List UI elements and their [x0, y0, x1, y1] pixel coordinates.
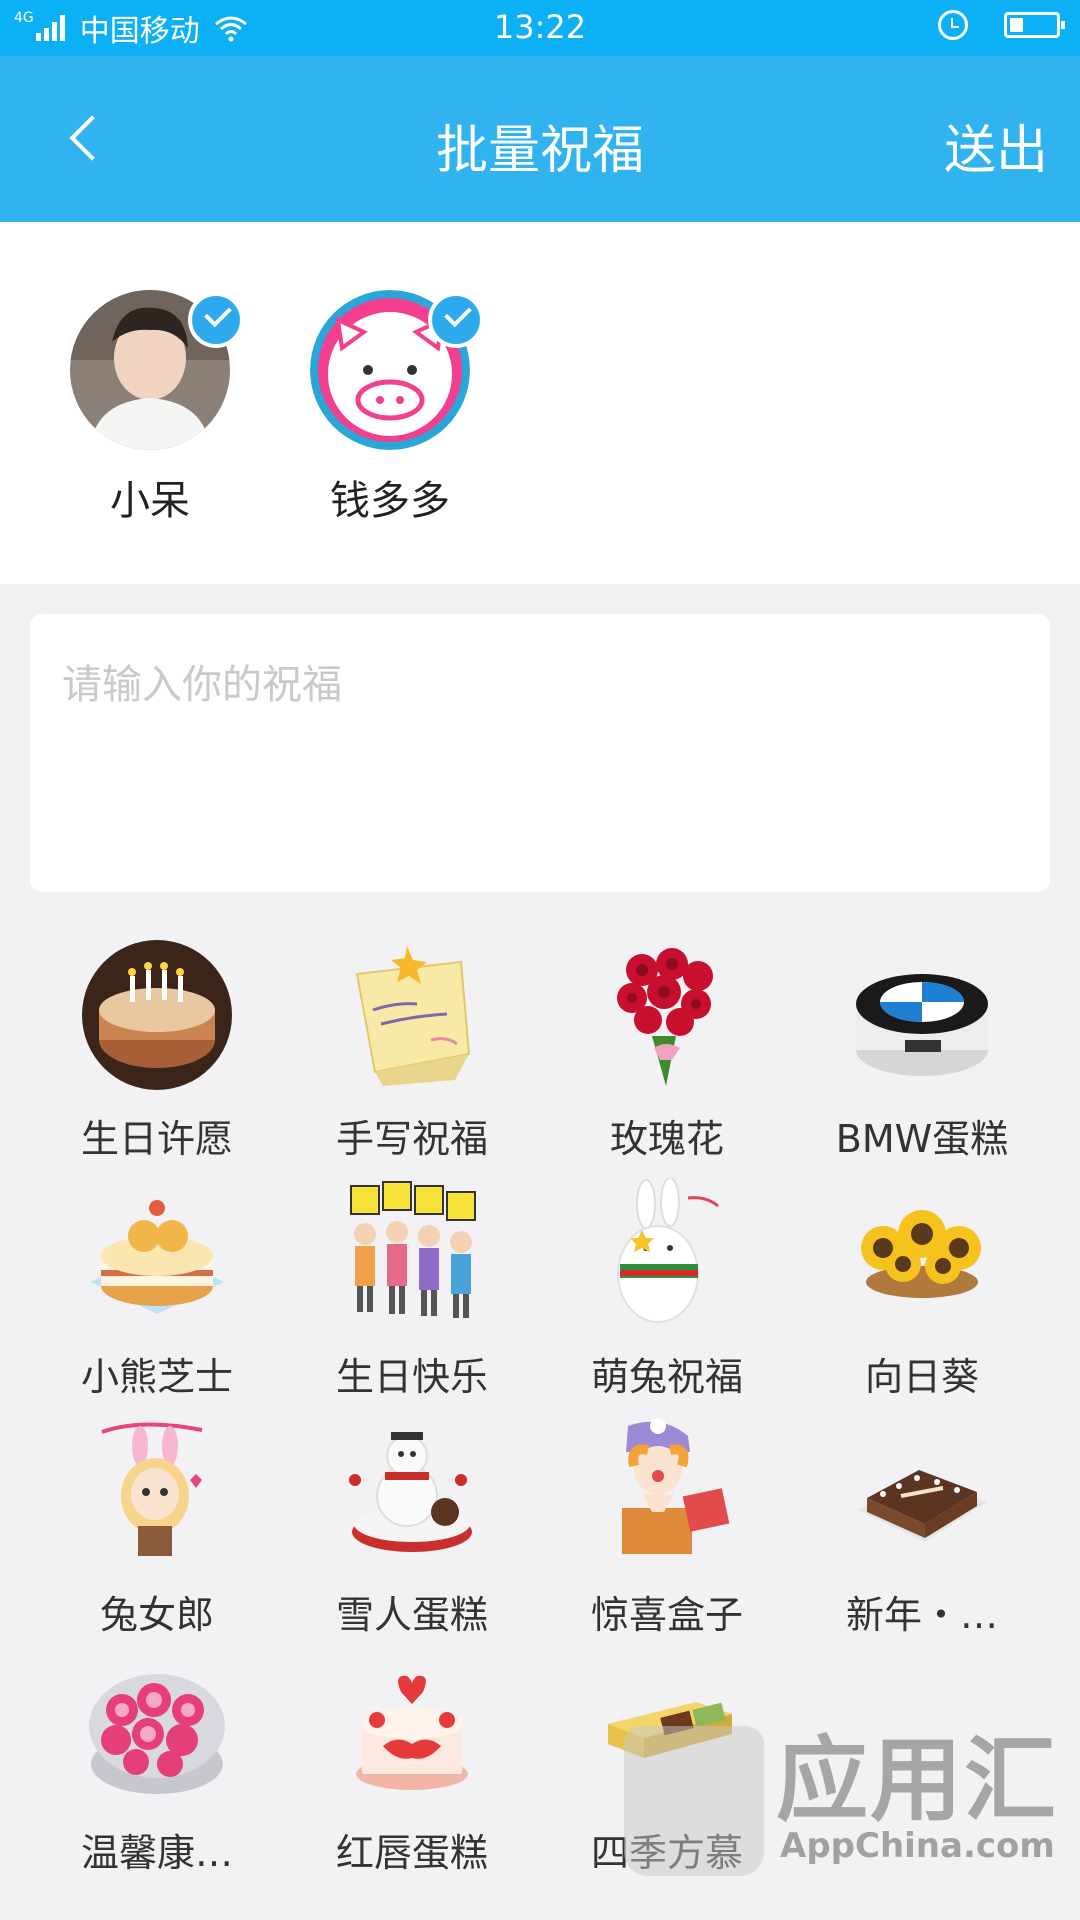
- recipient-name: 小呆: [110, 478, 190, 524]
- lips-cake-icon: [337, 1654, 487, 1804]
- alarm-icon: [938, 10, 968, 40]
- carnation-icon: [82, 1654, 232, 1804]
- clock: 13:22: [493, 8, 587, 46]
- recipient-name: 钱多多: [330, 478, 450, 524]
- gift-item[interactable]: 手写祝福: [285, 940, 539, 1163]
- gift-label: BMW蛋糕: [835, 1117, 1009, 1161]
- gift-item[interactable]: 玫瑰花: [540, 940, 794, 1163]
- status-bar: 4G 中国移动 13:22: [0, 0, 1080, 56]
- gift-label: 新年・…: [845, 1593, 998, 1637]
- appchina-watermark: 应用汇 AppChina.com: [624, 1686, 1074, 1886]
- gift-label: 手写祝福: [335, 1117, 488, 1161]
- send-button[interactable]: 送出: [944, 108, 1048, 183]
- gift-item[interactable]: 小熊芝士: [30, 1178, 284, 1401]
- gift-label: 兔女郎: [99, 1593, 214, 1637]
- page-title: 批量祝福: [435, 121, 644, 181]
- check-icon: [428, 292, 484, 348]
- bear-cheese-cake-icon: [82, 1178, 232, 1328]
- cute-rabbit-icon: [592, 1177, 742, 1328]
- shopping-bag-icon: [624, 1726, 764, 1876]
- gift-label: 小熊芝士: [80, 1355, 233, 1399]
- app-header: 批量祝福 送出: [0, 56, 1080, 222]
- gift-item[interactable]: 生日快乐: [285, 1178, 539, 1401]
- gift-item[interactable]: BMW蛋糕: [795, 940, 1049, 1163]
- bmw-cake-icon: [847, 940, 997, 1090]
- birthday-kids-icon: [337, 1178, 487, 1328]
- gift-label: 生日快乐: [335, 1355, 488, 1399]
- surprise-box-icon: [592, 1416, 742, 1566]
- watermark-text: 应用汇: [776, 1727, 1059, 1834]
- recipient-list: 小呆 钱多多: [0, 222, 1080, 584]
- gift-item[interactable]: 萌兔祝福: [540, 1177, 794, 1401]
- gift-label: 玫瑰花: [609, 1117, 724, 1161]
- recipient-item[interactable]: 小呆: [55, 290, 245, 526]
- gift-label: 温馨康…: [80, 1831, 233, 1875]
- gift-label: 向日葵: [864, 1355, 979, 1399]
- gift-label: 萌兔祝福: [590, 1355, 743, 1399]
- gift-item[interactable]: 雪人蛋糕: [285, 1416, 539, 1639]
- gift-item[interactable]: 兔女郎: [30, 1416, 284, 1639]
- avatar: [70, 290, 244, 450]
- birthday-cake-candles-icon: [82, 940, 232, 1090]
- wish-message-input[interactable]: 请输入你的祝福: [30, 614, 1050, 892]
- watermark-subtext: AppChina.com: [780, 1826, 1055, 1866]
- gift-item[interactable]: 生日许愿: [30, 940, 284, 1163]
- gift-item[interactable]: 红唇蛋糕: [285, 1654, 539, 1877]
- gift-label: 红唇蛋糕: [335, 1831, 488, 1875]
- gift-item[interactable]: 向日葵: [795, 1178, 1049, 1401]
- new-year-cake-icon: [847, 1416, 997, 1566]
- gift-item[interactable]: 惊喜盒子: [540, 1416, 794, 1639]
- gift-label: 雪人蛋糕: [335, 1593, 488, 1637]
- check-icon: [188, 292, 244, 348]
- gift-item[interactable]: 温馨康…: [30, 1654, 284, 1877]
- rose-bouquet-icon: [592, 940, 742, 1090]
- battery-icon: [1004, 12, 1065, 38]
- snowman-cake-icon: [337, 1416, 487, 1566]
- gift-label: 生日许愿: [80, 1117, 233, 1161]
- sticky-note-icon: [337, 940, 487, 1090]
- bunny-girl-icon: [82, 1416, 232, 1566]
- sunflower-basket-icon: [847, 1178, 997, 1328]
- recipient-item[interactable]: 钱多多: [295, 290, 485, 526]
- gift-label: 惊喜盒子: [590, 1593, 743, 1637]
- avatar: [310, 290, 484, 450]
- gift-item[interactable]: 新年・…: [795, 1416, 1049, 1639]
